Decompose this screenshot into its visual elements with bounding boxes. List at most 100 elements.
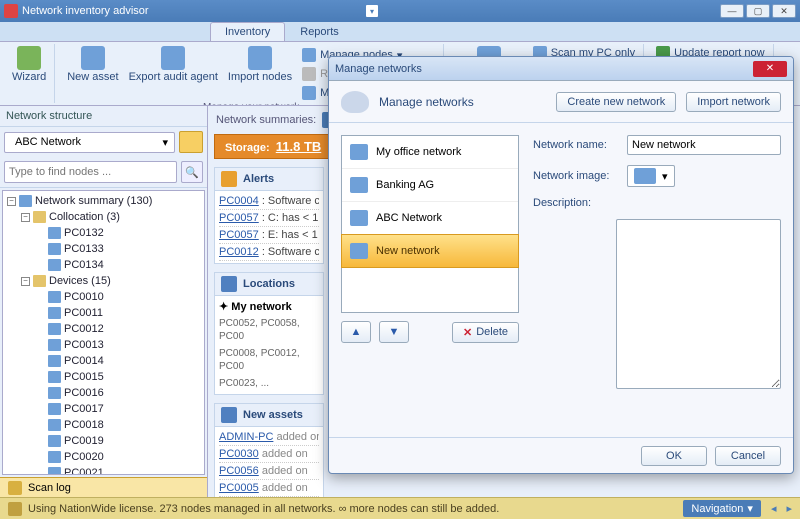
tree-row[interactable]: PC0013	[3, 337, 204, 353]
tree-row[interactable]: PC0021	[3, 465, 204, 475]
description-input[interactable]	[616, 219, 781, 389]
alert-link[interactable]: PC0057	[219, 229, 259, 241]
maximize-button[interactable]: ▢	[746, 4, 770, 18]
tree-row[interactable]: PC0017	[3, 401, 204, 417]
network-name-input[interactable]	[627, 135, 781, 155]
tree-row[interactable]: PC0134	[3, 257, 204, 273]
scan-log-bar[interactable]: Scan log	[0, 477, 207, 497]
location-name: My network	[231, 301, 292, 313]
chevron-down-icon: ▾	[662, 170, 668, 183]
dialog-heading: Manage networks	[379, 95, 546, 109]
network-list[interactable]: My office network Banking AG ABC Network Ne…	[341, 135, 519, 313]
storage-value[interactable]: 11.8 TB	[276, 139, 322, 154]
dialog-close-button[interactable]: ✕	[753, 61, 787, 77]
alert-link[interactable]: PC0012	[219, 246, 259, 258]
asset-link[interactable]: PC0005	[219, 482, 259, 494]
chevron-left-icon[interactable]: ◂	[767, 502, 781, 515]
minimize-button[interactable]: —	[720, 4, 744, 18]
pc-icon	[48, 323, 61, 335]
network-item-icon	[350, 210, 368, 226]
delete-label: Delete	[476, 326, 508, 338]
asset-link[interactable]: ADMIN-PC	[219, 431, 273, 443]
folder-icon	[33, 211, 46, 223]
sidebar: Network structure ABC Network ▾ 🔍 −Netwo…	[0, 106, 208, 497]
title-dropdown-icon[interactable]: ▾	[366, 5, 378, 17]
tree-row[interactable]: −Devices (15)	[3, 273, 204, 289]
network-item-label: Banking AG	[376, 179, 434, 191]
scan-log-label: Scan log	[28, 482, 71, 494]
navigation-label: Navigation	[691, 503, 743, 515]
tree-toggle[interactable]: −	[21, 277, 30, 286]
navigation-menu-button[interactable]: Navigation ▾	[683, 500, 761, 517]
chevron-right-icon[interactable]: ▸	[786, 502, 792, 515]
network-image-label: Network image:	[533, 170, 619, 182]
wizard-button[interactable]: Wizard	[8, 44, 50, 86]
pc-icon	[48, 355, 61, 367]
export-audit-agent-button[interactable]: Export audit agent	[125, 44, 222, 102]
cancel-button[interactable]: Cancel	[715, 446, 781, 466]
network-highlight-button[interactable]	[179, 131, 203, 153]
tree-label: PC0021	[64, 467, 104, 475]
search-input[interactable]	[4, 161, 177, 183]
alert-row: PC0057 : C: has < 1	[219, 210, 319, 227]
move-up-button[interactable]: ▲	[341, 321, 371, 343]
tree-row[interactable]: PC0012	[3, 321, 204, 337]
asset-link[interactable]: PC0030	[219, 448, 259, 460]
asset-link[interactable]: PC0056	[219, 465, 259, 477]
tree-row[interactable]: PC0018	[3, 417, 204, 433]
tree-label: PC0013	[64, 339, 104, 351]
network-list-item[interactable]: Banking AG	[342, 169, 518, 202]
network-list-item[interactable]: ABC Network	[342, 202, 518, 235]
asset-row: PC0056 added on	[219, 463, 319, 480]
dialog-title-bar[interactable]: Manage networks ✕	[329, 57, 793, 81]
tree-label: PC0133	[64, 243, 104, 255]
tree-row[interactable]: PC0011	[3, 305, 204, 321]
tree-row[interactable]: PC0015	[3, 369, 204, 385]
pc-icon	[48, 243, 61, 255]
network-list-item[interactable]: New network	[341, 234, 519, 268]
tree-row[interactable]: PC0016	[3, 385, 204, 401]
close-window-button[interactable]: ✕	[772, 4, 796, 18]
network-list-item[interactable]: My office network	[342, 136, 518, 169]
tab-inventory[interactable]: Inventory	[210, 22, 285, 41]
tree-label: PC0012	[64, 323, 104, 335]
tree[interactable]: −Network summary (130)−Collocation (3) PC…	[2, 190, 205, 475]
delete-network-button[interactable]: ✕Delete	[452, 322, 519, 343]
export-agent-label: Export audit agent	[129, 72, 218, 84]
alert-text: : E: has < 1	[259, 229, 318, 241]
tree-row[interactable]: PC0020	[3, 449, 204, 465]
asset-row: PC0030 added on	[219, 446, 319, 463]
tab-reports[interactable]: Reports	[285, 22, 354, 41]
rename-icon	[302, 67, 316, 81]
tree-label: PC0132	[64, 227, 104, 239]
manage-nodes-icon	[302, 48, 316, 62]
ok-button[interactable]: OK	[641, 446, 707, 466]
export-agent-icon	[161, 46, 185, 70]
network-item-icon	[350, 144, 368, 160]
move-down-button[interactable]: ▼	[379, 321, 409, 343]
new-asset-button[interactable]: New asset	[63, 44, 122, 102]
location-item[interactable]: ✦ My network	[219, 298, 319, 315]
alert-link[interactable]: PC0004	[219, 195, 259, 207]
network-image-select[interactable]: ▾	[627, 165, 675, 187]
tree-row[interactable]: PC0132	[3, 225, 204, 241]
tree-row[interactable]: PC0133	[3, 241, 204, 257]
import-nodes-button[interactable]: Import nodes	[224, 44, 296, 102]
tree-toggle[interactable]: −	[21, 213, 30, 222]
tree-row[interactable]: −Network summary (130)	[3, 193, 204, 209]
network-select[interactable]: ABC Network ▾	[4, 132, 175, 153]
search-button[interactable]: 🔍	[181, 161, 203, 183]
tree-row[interactable]: −Collocation (3)	[3, 209, 204, 225]
tree-toggle[interactable]: −	[7, 197, 16, 206]
tree-row[interactable]: PC0014	[3, 353, 204, 369]
import-network-button[interactable]: Import network	[686, 92, 781, 112]
pc-icon	[48, 387, 61, 399]
tree-row[interactable]: PC0010	[3, 289, 204, 305]
create-network-button[interactable]: Create new network	[556, 92, 676, 112]
network-item-label: ABC Network	[376, 212, 442, 224]
alert-row: PC0057 : E: has < 1	[219, 227, 319, 244]
tree-row[interactable]: PC0019	[3, 433, 204, 449]
pc-icon	[48, 451, 61, 463]
alert-link[interactable]: PC0057	[219, 212, 259, 224]
description-label: Description:	[533, 197, 619, 209]
